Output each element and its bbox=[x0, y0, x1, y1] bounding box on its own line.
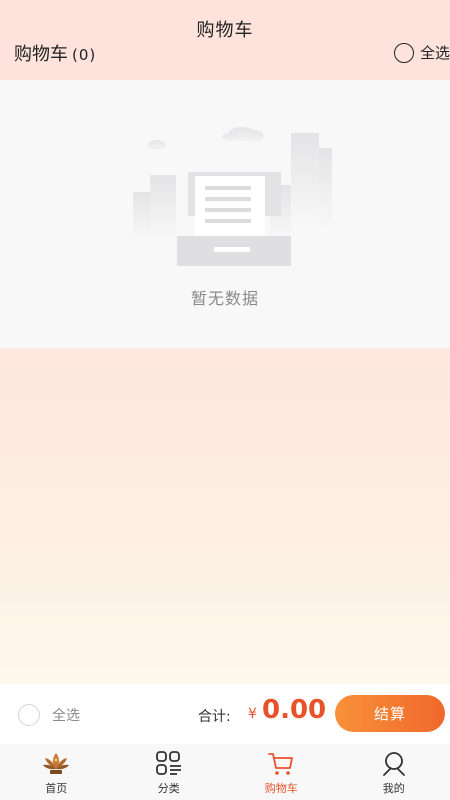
total-label: 合计: bbox=[198, 709, 231, 725]
select-all-radio-icon[interactable] bbox=[393, 42, 414, 63]
total-amount: 0.00 bbox=[262, 695, 327, 725]
bottom-tab-bar: 首页 分类 购物车 我的 bbox=[0, 744, 450, 800]
tab-cart-label: 购物车 bbox=[264, 782, 298, 795]
tab-category[interactable]: 分类 bbox=[113, 744, 226, 800]
empty-state-panel: 暂无数据 bbox=[0, 80, 450, 348]
empty-document-icon bbox=[133, 127, 332, 266]
tab-home[interactable]: 首页 bbox=[0, 744, 113, 800]
tab-category-label: 分类 bbox=[157, 782, 180, 795]
select-all-top[interactable]: 全选 bbox=[393, 42, 450, 63]
category-grid-icon bbox=[155, 751, 181, 775]
cart-count-header: 购物车 (0) bbox=[14, 40, 96, 66]
cart-count: (0) bbox=[72, 46, 97, 64]
empty-state-message: 暂无数据 bbox=[190, 289, 259, 308]
checkout-button[interactable]: 结算 bbox=[335, 695, 445, 732]
tab-home-label: 首页 bbox=[45, 782, 68, 795]
tab-cart[interactable]: 购物车 bbox=[225, 744, 338, 800]
select-all-label[interactable]: 全选 bbox=[52, 705, 80, 725]
lotus-home-icon bbox=[43, 753, 70, 774]
cart-icon bbox=[268, 753, 294, 775]
cart-label: 购物车 bbox=[14, 44, 68, 65]
tab-profile-label: 我的 bbox=[382, 782, 405, 795]
select-all-top-label: 全选 bbox=[419, 44, 450, 62]
person-icon bbox=[382, 752, 405, 776]
top-header: 购物车 购物车 (0) 全选 bbox=[0, 0, 450, 80]
page-title: 购物车 bbox=[196, 20, 254, 41]
checkout-bar: 全选 合计: ¥ 0.00 结算 bbox=[0, 684, 450, 744]
currency-symbol: ¥ bbox=[248, 706, 257, 722]
tab-profile[interactable]: 我的 bbox=[338, 744, 450, 800]
select-all-checkbox[interactable] bbox=[18, 704, 40, 726]
